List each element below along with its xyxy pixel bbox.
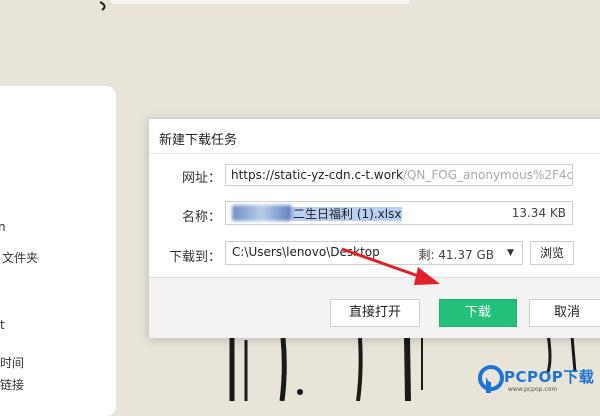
pcpop-logo-icon xyxy=(478,365,504,393)
pcpop-watermark: PCPOP下载 www.pcpop.com xyxy=(478,362,600,398)
url-value-host: https://static-yz-cdn.c-t.work xyxy=(231,168,403,182)
redacted-name-blur xyxy=(232,205,292,221)
background-side-panel: n 文件夹 t 时间 链接 xyxy=(0,86,116,416)
side-panel-text-t: t xyxy=(0,318,5,332)
url-field[interactable]: https://static-yz-cdn.c-t.work/QN_FOG_an… xyxy=(225,164,573,186)
url-value-path: /QN_FOG_anonymous%2F4ce8 xyxy=(402,168,573,182)
dialog-title: 新建下载任务 xyxy=(159,133,238,148)
name-label: 名称： xyxy=(182,210,222,225)
side-panel-folder-text: 文件夹 xyxy=(2,251,39,265)
side-panel-text: n xyxy=(0,220,6,234)
open-directly-button[interactable]: 直接打开 xyxy=(330,299,420,327)
watermark-url: www.pcpop.com xyxy=(508,386,558,393)
side-panel-link-text: 链接 xyxy=(0,378,25,392)
save-path-value: C:\Users\lenovo\Desktop xyxy=(232,245,380,259)
url-label: 网址： xyxy=(182,171,222,186)
path-dropdown-button[interactable]: ▼ xyxy=(499,241,523,265)
background-top-strip xyxy=(110,0,410,4)
dropdown-arrow-icon: ▼ xyxy=(507,248,514,258)
title-divider xyxy=(149,153,600,154)
watermark-brand: PCPOP下载 xyxy=(504,368,595,386)
free-space-text: 剩: 41.37 GB xyxy=(418,248,494,262)
cancel-button[interactable]: 取消 xyxy=(529,299,600,327)
download-button[interactable]: 下载 xyxy=(439,299,517,327)
browse-button[interactable]: 浏览 xyxy=(530,241,574,265)
save-to-label: 下载到： xyxy=(169,250,222,265)
save-path-field[interactable]: C:\Users\lenovo\Desktop 剩: 41.37 GB xyxy=(225,241,523,265)
side-panel-time-text: 时间 xyxy=(0,356,25,370)
file-size: 13.34 KB xyxy=(511,206,566,220)
filename-value: 二生日福利 (1).xlsx xyxy=(292,207,403,221)
filename-field[interactable]: 二生日福利 (1).xlsx 13.34 KB xyxy=(225,201,573,225)
new-download-dialog: 新建下载任务 网址： https://static-yz-cdn.c-t.wor… xyxy=(148,118,600,338)
